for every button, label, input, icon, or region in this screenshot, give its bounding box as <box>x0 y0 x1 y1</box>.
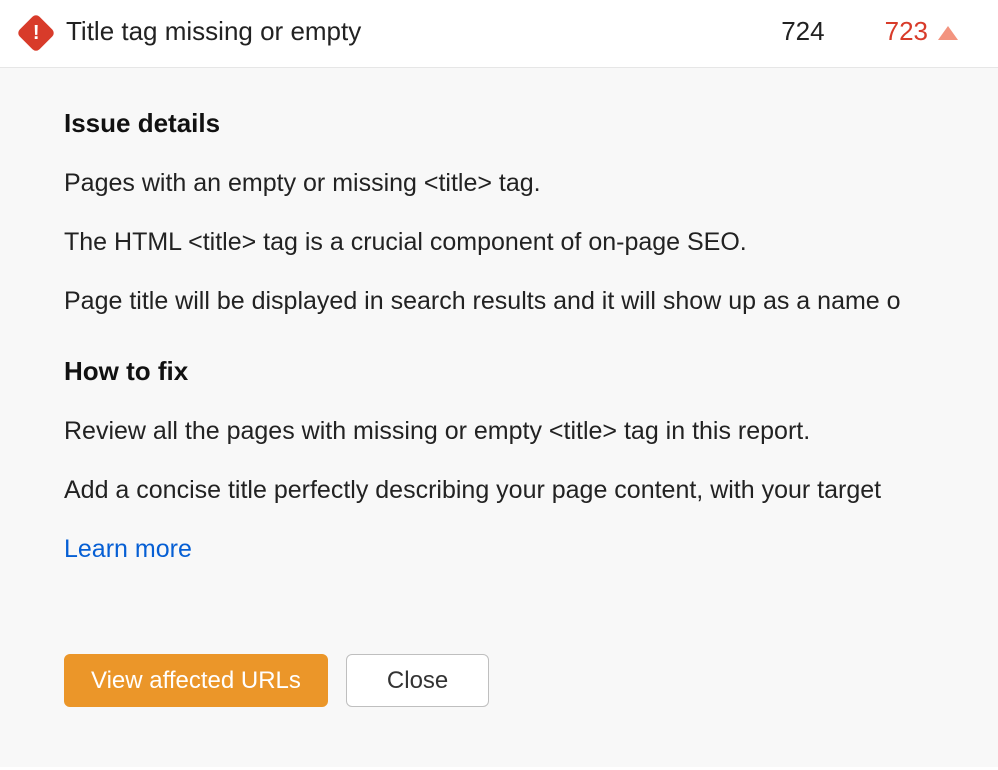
how-to-fix-heading: How to fix <box>64 356 998 387</box>
actions-row: View affected URLs Close <box>64 654 998 707</box>
added-count: 723 <box>885 16 976 47</box>
pages-count: 724 <box>781 16 884 47</box>
issue-details-text: Pages with an empty or missing <title> t… <box>64 169 998 198</box>
issue-row[interactable]: ! Title tag missing or empty 724 723 <box>0 0 998 68</box>
added-count-value: 723 <box>885 16 928 47</box>
learn-more-link[interactable]: Learn more <box>64 535 192 564</box>
how-to-fix-text: Add a concise title perfectly describing… <box>64 476 998 505</box>
issue-title: Title tag missing or empty <box>66 16 781 47</box>
close-button[interactable]: Close <box>346 654 489 707</box>
trend-up-icon <box>938 26 958 40</box>
view-affected-urls-button[interactable]: View affected URLs <box>64 654 328 707</box>
error-icon: ! <box>16 13 56 53</box>
issue-details-text: Page title will be displayed in search r… <box>64 287 998 316</box>
issue-details-heading: Issue details <box>64 108 998 139</box>
how-to-fix-text: Review all the pages with missing or emp… <box>64 417 998 446</box>
issue-details-panel: Issue details Pages with an empty or mis… <box>0 68 998 767</box>
issue-details-text: The HTML <title> tag is a crucial compon… <box>64 228 998 257</box>
